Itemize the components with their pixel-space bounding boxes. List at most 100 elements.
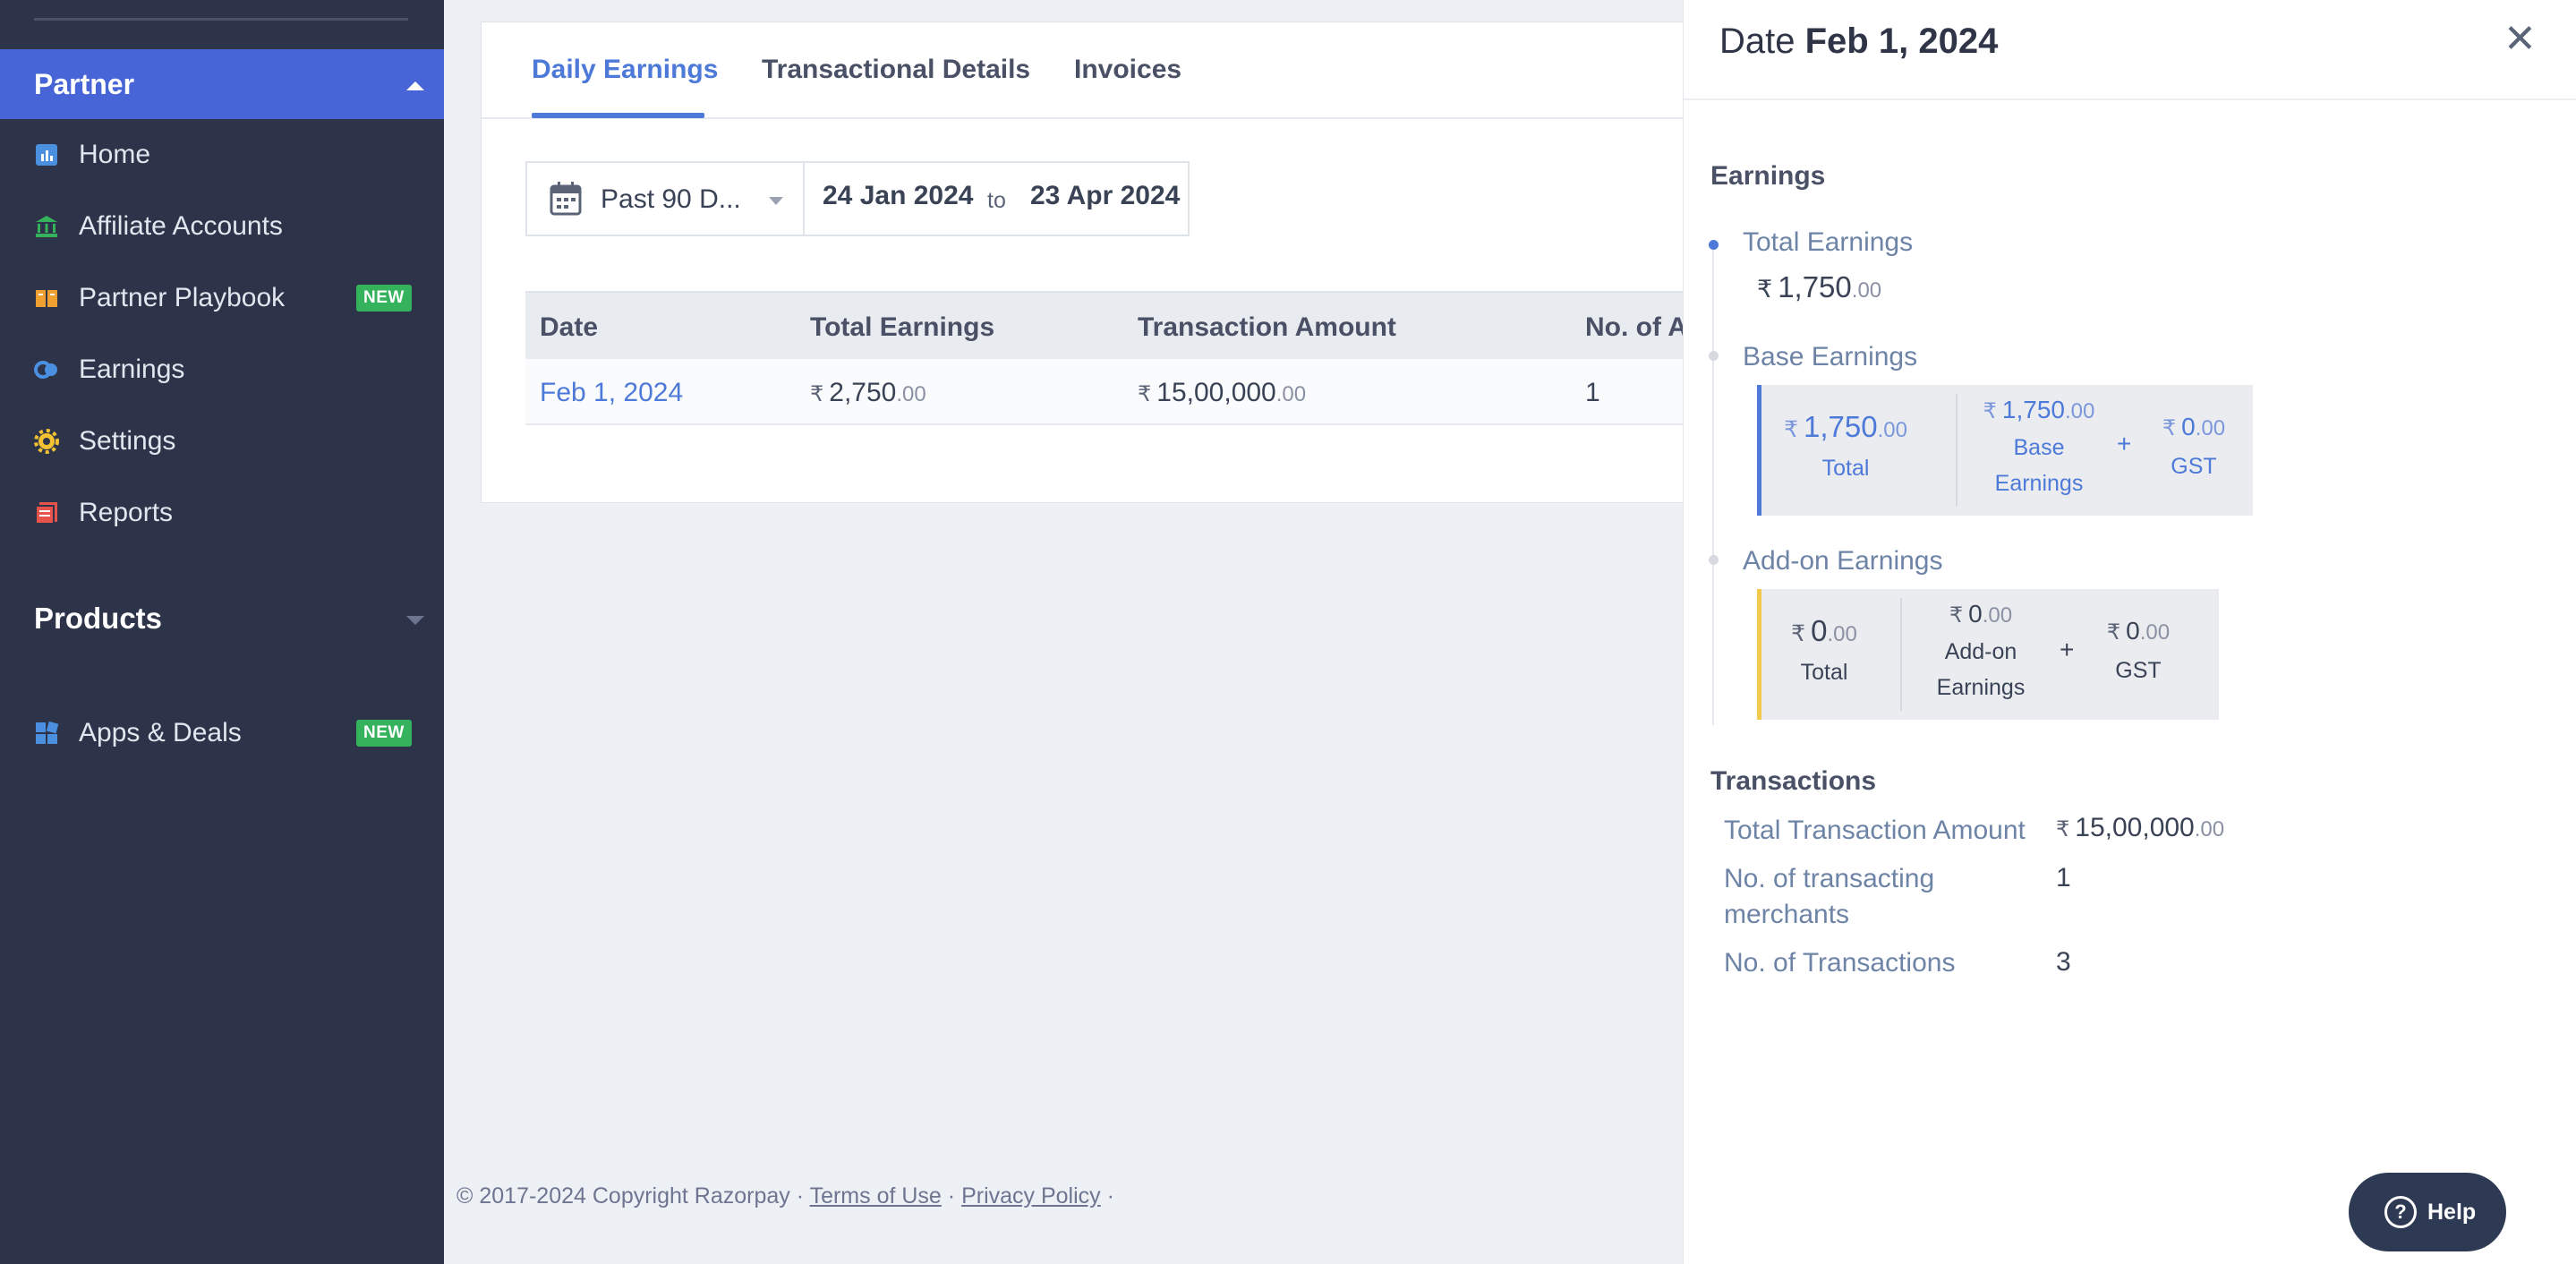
plus-sign: + bbox=[2060, 636, 2075, 663]
transactions-section-title: Transactions bbox=[1710, 766, 1877, 796]
privacy-link[interactable]: Privacy Policy bbox=[961, 1183, 1101, 1208]
sidebar-item-settings[interactable]: Settings bbox=[0, 406, 444, 476]
timeline-dot bbox=[1709, 240, 1719, 250]
earnings-detail-panel: Date Feb 1, 2024 ✕ Earnings Total Earnin… bbox=[1683, 0, 2576, 1264]
amount-integer: 1,750 bbox=[1778, 270, 1852, 303]
timeline-dot bbox=[1709, 555, 1719, 565]
chevron-down-icon[interactable] bbox=[769, 197, 783, 205]
amount-decimal: .00 bbox=[2195, 416, 2226, 440]
amount-decimal: .00 bbox=[1851, 278, 1882, 303]
book-icon bbox=[36, 290, 57, 307]
amount-decimal: .00 bbox=[2139, 620, 2171, 645]
transactions-count-value: 3 bbox=[2056, 947, 2071, 977]
amount-integer: 15,00,000 bbox=[1156, 378, 1276, 407]
tab-transactional-details[interactable]: Transactional Details bbox=[762, 55, 1030, 85]
panel-header: Date Feb 1, 2024 ✕ bbox=[1684, 0, 2576, 100]
sidebar-item-apps-deals[interactable]: Apps & Deals NEW bbox=[0, 698, 444, 768]
amount-decimal: .00 bbox=[2194, 817, 2225, 841]
sidebar-item-partner-playbook[interactable]: Partner Playbook NEW bbox=[0, 263, 444, 333]
row-total-earnings: ₹2,750.00 bbox=[810, 378, 926, 408]
cell-label: Earnings bbox=[1994, 471, 2084, 496]
tab-invoices[interactable]: Invoices bbox=[1074, 55, 1181, 85]
label-line: No. of transacting bbox=[1724, 864, 1935, 893]
panel-title-date: Feb 1, 2024 bbox=[1804, 21, 1999, 61]
chart-icon bbox=[36, 144, 57, 166]
column-header-date[interactable]: Date bbox=[540, 312, 598, 343]
sidebar-item-label: Partner Playbook bbox=[79, 283, 286, 312]
total-earnings-label: Total Earnings bbox=[1743, 227, 1914, 257]
amount-integer: 15,00,000 bbox=[2075, 813, 2195, 842]
panel-title-prefix: Date bbox=[1719, 21, 1796, 61]
base-total-cell: ₹1,750.00 Total bbox=[1768, 408, 1923, 487]
copyright-text: © 2017-2024 Copyright Razorpay · bbox=[456, 1183, 805, 1208]
cell-label: Earnings bbox=[1936, 675, 2026, 700]
calendar-icon[interactable] bbox=[549, 181, 583, 217]
rupee-icon: ₹ bbox=[810, 382, 824, 406]
sidebar-item-reports[interactable]: Reports bbox=[0, 478, 444, 548]
date-from-input[interactable]: 24 Jan 2024 bbox=[823, 181, 973, 211]
addon-total-cell: ₹0.00 Total bbox=[1766, 612, 1882, 691]
footer: © 2017-2024 Copyright Razorpay · Terms o… bbox=[456, 1183, 1114, 1209]
addon-earnings-label: Add-on Earnings bbox=[1743, 546, 1943, 576]
new-badge: NEW bbox=[356, 720, 412, 747]
cell-label: Add-on bbox=[1944, 639, 2017, 664]
rupee-icon: ₹ bbox=[1784, 417, 1798, 442]
amount-integer: 2,750 bbox=[829, 378, 897, 407]
rupee-icon: ₹ bbox=[2106, 620, 2121, 645]
footer-separator: · bbox=[1106, 1183, 1114, 1208]
gear-icon bbox=[34, 429, 59, 454]
row-transaction-amount: ₹15,00,000.00 bbox=[1138, 378, 1306, 408]
amount-decimal: .00 bbox=[1982, 603, 2013, 628]
total-transaction-amount-value: ₹15,00,000.00 bbox=[2056, 813, 2224, 843]
row-date-link[interactable]: Feb 1, 2024 bbox=[540, 378, 683, 408]
divider bbox=[1900, 598, 1902, 711]
rupee-icon: ₹ bbox=[1138, 382, 1152, 406]
new-badge: NEW bbox=[356, 285, 412, 312]
amount-integer: 0 bbox=[2126, 617, 2140, 645]
rupee-icon: ₹ bbox=[1791, 621, 1806, 646]
cell-label: GST bbox=[2115, 658, 2162, 683]
amount-integer: 0 bbox=[2181, 413, 2196, 440]
sidebar-divider bbox=[34, 18, 408, 21]
close-icon[interactable]: ✕ bbox=[2503, 20, 2537, 59]
date-preset-select[interactable]: Past 90 D... bbox=[601, 184, 741, 215]
label-line: merchants bbox=[1724, 900, 1850, 929]
help-button[interactable]: ? Help bbox=[2349, 1173, 2506, 1251]
sidebar-item-home[interactable]: Home bbox=[0, 120, 444, 190]
timeline-dot bbox=[1709, 351, 1719, 361]
amount-decimal: .00 bbox=[2064, 399, 2095, 423]
sidebar-item-label: Reports bbox=[79, 498, 174, 527]
transacting-merchants-value: 1 bbox=[2056, 863, 2071, 892]
base-gst-cell: ₹0.00 GST bbox=[2147, 408, 2240, 485]
question-icon: ? bbox=[2384, 1196, 2417, 1228]
column-header-total-earnings[interactable]: Total Earnings bbox=[810, 312, 994, 343]
base-earnings-label: Base Earnings bbox=[1743, 342, 1918, 372]
sidebar-item-affiliate-accounts[interactable]: Affiliate Accounts bbox=[0, 192, 444, 261]
grid-icon bbox=[36, 721, 59, 744]
sidebar-section-products[interactable]: Products bbox=[34, 602, 162, 636]
date-range-to-label: to bbox=[987, 188, 1006, 213]
chevron-up-icon bbox=[406, 81, 424, 90]
divider bbox=[1956, 394, 1958, 507]
amount-integer: 1,750 bbox=[1803, 410, 1878, 443]
sidebar-item-earnings[interactable]: Earnings bbox=[0, 335, 444, 405]
total-transaction-amount-label: Total Transaction Amount bbox=[1724, 816, 2026, 845]
terms-link[interactable]: Terms of Use bbox=[810, 1183, 942, 1208]
column-header-transaction-amount[interactable]: Transaction Amount bbox=[1138, 312, 1396, 343]
amount-integer: 1,750 bbox=[2001, 396, 2065, 423]
tab-daily-earnings[interactable]: Daily Earnings bbox=[532, 55, 718, 85]
addon-earnings-breakdown: ₹0.00 Total ₹0.00 Add-on Earnings + ₹0.0… bbox=[1757, 589, 2219, 720]
sidebar-section-partner[interactable]: Partner bbox=[0, 49, 444, 119]
rupee-icon: ₹ bbox=[2162, 416, 2177, 440]
earnings-icon bbox=[34, 361, 57, 379]
amount-integer: 0 bbox=[1811, 614, 1828, 647]
report-icon bbox=[35, 502, 57, 525]
date-to-input[interactable]: 23 Apr 2024 bbox=[1030, 181, 1181, 211]
sidebar-item-label: Apps & Deals bbox=[79, 718, 242, 747]
amount-decimal: .00 bbox=[1827, 622, 1857, 646]
earnings-section-title: Earnings bbox=[1710, 161, 1826, 191]
addon-gst-cell: ₹0.00 GST bbox=[2088, 612, 2188, 689]
sidebar: Partner Home Affiliate Accounts Partner … bbox=[0, 0, 444, 1264]
rupee-icon: ₹ bbox=[2056, 817, 2070, 841]
chevron-down-icon[interactable] bbox=[406, 616, 424, 625]
